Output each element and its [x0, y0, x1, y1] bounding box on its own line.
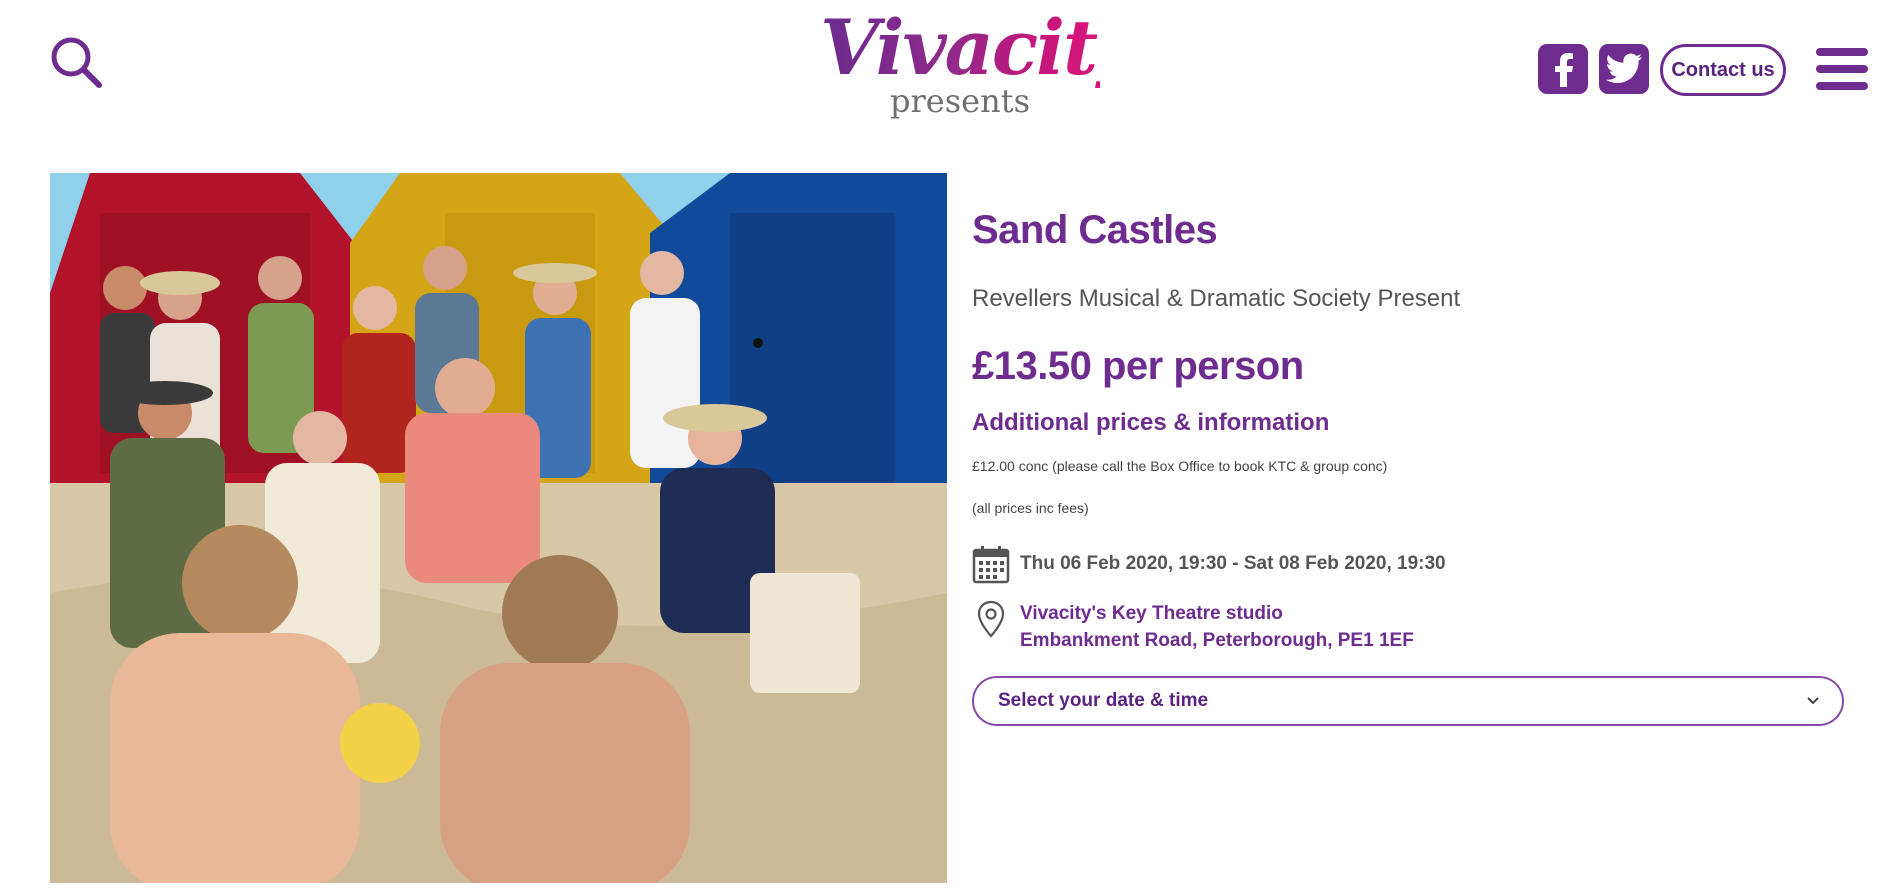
search-button[interactable] [48, 34, 104, 90]
event-title: Sand Castles [972, 208, 1218, 252]
event-hero-image [50, 173, 947, 883]
event-presenter: Revellers Musical & Dramatic Society Pre… [972, 285, 1461, 312]
event-venue-row: Vivacity's Key Theatre studio Embankment… [972, 600, 1842, 654]
fees-note: (all prices inc fees) [972, 500, 1089, 516]
menu-button[interactable] [1816, 48, 1868, 90]
date-time-select[interactable]: Select your date & time [972, 676, 1844, 726]
facebook-icon [1555, 53, 1573, 87]
contact-us-button[interactable]: Contact us [1660, 44, 1786, 96]
hamburger-menu-icon [1816, 48, 1868, 90]
event-dates-row: Thu 06 Feb 2020, 19:30 - Sat 08 Feb 2020… [972, 544, 1842, 584]
concession-note: £12.00 conc (please call the Box Office … [972, 458, 1388, 474]
twitter-icon [1606, 53, 1642, 84]
vivacity-logo[interactable]: Vivacity presents [820, 3, 1140, 123]
date-time-select-label: Select your date & time [998, 690, 1209, 711]
venue-address-link[interactable]: Embankment Road, Peterborough, PE1 1EF [1020, 627, 1414, 654]
facebook-link[interactable] [1538, 44, 1588, 94]
calendar-icon [972, 546, 1010, 584]
additional-prices-heading: Additional prices & information [972, 409, 1330, 436]
event-price: £13.50 per person [972, 344, 1304, 388]
twitter-link[interactable] [1599, 44, 1649, 94]
venue-name-link[interactable]: Vivacity's Key Theatre studio [1020, 600, 1414, 627]
event-details: Sand Castles Revellers Musical & Dramati… [972, 200, 1844, 726]
chevron-down-icon [1807, 697, 1819, 705]
location-pin-icon [977, 600, 1005, 638]
logo-wordmark: Vivacity [820, 3, 1140, 92]
search-icon [51, 37, 102, 88]
event-dates: Thu 06 Feb 2020, 19:30 - Sat 08 Feb 2020… [1020, 553, 1446, 574]
beach-huts-cast-photo [50, 173, 947, 883]
